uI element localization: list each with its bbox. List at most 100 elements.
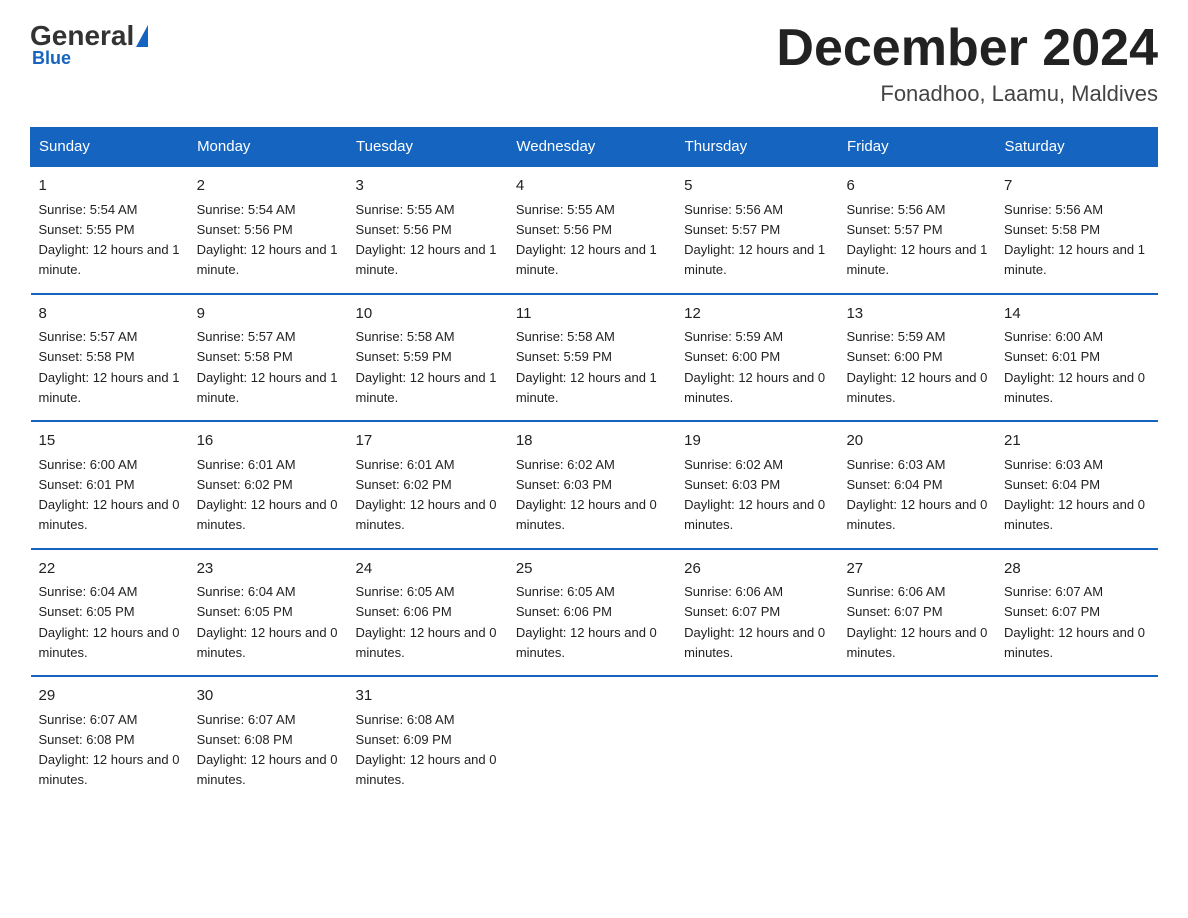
- day-number: 26: [684, 558, 830, 581]
- day-info: Sunrise: 6:01 AMSunset: 6:02 PMDaylight:…: [356, 457, 497, 533]
- day-number: 11: [516, 303, 668, 326]
- day-number: 12: [684, 303, 830, 326]
- calendar-cell: 25Sunrise: 6:05 AMSunset: 6:06 PMDayligh…: [508, 549, 676, 677]
- day-number: 31: [356, 685, 500, 708]
- day-info: Sunrise: 6:03 AMSunset: 6:04 PMDaylight:…: [846, 457, 987, 533]
- header-sunday: Sunday: [31, 128, 189, 167]
- calendar-cell: 10 Sunrise: 5:58 AMSunset: 5:59 PMDayligh…: [348, 294, 508, 422]
- calendar-cell: 17 Sunrise: 6:01 AMSunset: 6:02 PMDayligh…: [348, 421, 508, 549]
- calendar-cell: 28Sunrise: 6:07 AMSunset: 6:07 PMDayligh…: [996, 549, 1157, 677]
- day-info: Sunrise: 6:05 AMSunset: 6:06 PMDaylight:…: [516, 584, 657, 660]
- day-number: 20: [846, 430, 988, 453]
- calendar-cell: 13 Sunrise: 5:59 AMSunset: 6:00 PMDayligh…: [838, 294, 996, 422]
- day-number: 18: [516, 430, 668, 453]
- calendar-cell: [996, 676, 1157, 803]
- day-info: Sunrise: 5:56 AMSunset: 5:57 PMDaylight:…: [684, 202, 825, 278]
- day-number: 8: [39, 303, 181, 326]
- day-info: Sunrise: 5:56 AMSunset: 5:57 PMDaylight:…: [846, 202, 987, 278]
- day-info: Sunrise: 6:01 AMSunset: 6:02 PMDaylight:…: [197, 457, 338, 533]
- calendar-table: SundayMondayTuesdayWednesdayThursdayFrid…: [30, 127, 1158, 803]
- day-info: Sunrise: 5:59 AMSunset: 6:00 PMDaylight:…: [684, 329, 825, 405]
- day-info: Sunrise: 5:59 AMSunset: 6:00 PMDaylight:…: [846, 329, 987, 405]
- calendar-cell: [508, 676, 676, 803]
- calendar-cell: 11 Sunrise: 5:58 AMSunset: 5:59 PMDayligh…: [508, 294, 676, 422]
- day-number: 10: [356, 303, 500, 326]
- calendar-week-5: 29 Sunrise: 6:07 AMSunset: 6:08 PMDayligh…: [31, 676, 1158, 803]
- calendar-cell: [676, 676, 838, 803]
- day-number: 16: [197, 430, 340, 453]
- calendar-cell: 26 Sunrise: 6:06 AMSunset: 6:07 PMDayligh…: [676, 549, 838, 677]
- header: General Blue December 2024 Fonadhoo, Laa…: [30, 20, 1158, 107]
- day-number: 5: [684, 175, 830, 198]
- day-info: Sunrise: 6:02 AMSunset: 6:03 PMDaylight:…: [684, 457, 825, 533]
- calendar-week-4: 22Sunrise: 6:04 AMSunset: 6:05 PMDayligh…: [31, 549, 1158, 677]
- day-number: 21: [1004, 430, 1149, 453]
- day-info: Sunrise: 5:54 AMSunset: 5:56 PMDaylight:…: [197, 202, 338, 278]
- header-wednesday: Wednesday: [508, 128, 676, 167]
- calendar-cell: 31 Sunrise: 6:08 AMSunset: 6:09 PMDayligh…: [348, 676, 508, 803]
- calendar-cell: 12 Sunrise: 5:59 AMSunset: 6:00 PMDayligh…: [676, 294, 838, 422]
- day-number: 19: [684, 430, 830, 453]
- day-number: 27: [846, 558, 988, 581]
- calendar-week-1: 1Sunrise: 5:54 AMSunset: 5:55 PMDaylight…: [31, 166, 1158, 294]
- calendar-cell: 14Sunrise: 6:00 AMSunset: 6:01 PMDayligh…: [996, 294, 1157, 422]
- calendar-cell: [838, 676, 996, 803]
- day-number: 2: [197, 175, 340, 198]
- day-info: Sunrise: 6:05 AMSunset: 6:06 PMDaylight:…: [356, 584, 497, 660]
- logo-blue: Blue: [30, 48, 71, 69]
- day-number: 29: [39, 685, 181, 708]
- day-info: Sunrise: 6:03 AMSunset: 6:04 PMDaylight:…: [1004, 457, 1145, 533]
- calendar-cell: 24 Sunrise: 6:05 AMSunset: 6:06 PMDayligh…: [348, 549, 508, 677]
- calendar-cell: 16 Sunrise: 6:01 AMSunset: 6:02 PMDayligh…: [189, 421, 348, 549]
- calendar-cell: 22Sunrise: 6:04 AMSunset: 6:05 PMDayligh…: [31, 549, 189, 677]
- day-number: 23: [197, 558, 340, 581]
- calendar-cell: 4 Sunrise: 5:55 AMSunset: 5:56 PMDaylight…: [508, 166, 676, 294]
- day-info: Sunrise: 6:07 AMSunset: 6:07 PMDaylight:…: [1004, 584, 1145, 660]
- day-info: Sunrise: 5:57 AMSunset: 5:58 PMDaylight:…: [39, 329, 180, 405]
- day-number: 4: [516, 175, 668, 198]
- day-info: Sunrise: 5:55 AMSunset: 5:56 PMDaylight:…: [516, 202, 657, 278]
- header-friday: Friday: [838, 128, 996, 167]
- calendar-cell: 18 Sunrise: 6:02 AMSunset: 6:03 PMDayligh…: [508, 421, 676, 549]
- day-info: Sunrise: 6:08 AMSunset: 6:09 PMDaylight:…: [356, 712, 497, 788]
- day-info: Sunrise: 6:02 AMSunset: 6:03 PMDaylight:…: [516, 457, 657, 533]
- logo: General Blue: [30, 20, 150, 69]
- calendar-header-row: SundayMondayTuesdayWednesdayThursdayFrid…: [31, 128, 1158, 167]
- calendar-cell: 15Sunrise: 6:00 AMSunset: 6:01 PMDayligh…: [31, 421, 189, 549]
- calendar-week-2: 8 Sunrise: 5:57 AMSunset: 5:58 PMDaylight…: [31, 294, 1158, 422]
- title-area: December 2024 Fonadhoo, Laamu, Maldives: [776, 20, 1158, 107]
- page-title: December 2024: [776, 20, 1158, 77]
- day-info: Sunrise: 6:00 AMSunset: 6:01 PMDaylight:…: [1004, 329, 1145, 405]
- day-number: 30: [197, 685, 340, 708]
- calendar-cell: 23Sunrise: 6:04 AMSunset: 6:05 PMDayligh…: [189, 549, 348, 677]
- day-number: 15: [39, 430, 181, 453]
- calendar-cell: 7 Sunrise: 5:56 AMSunset: 5:58 PMDaylight…: [996, 166, 1157, 294]
- day-info: Sunrise: 5:57 AMSunset: 5:58 PMDaylight:…: [197, 329, 338, 405]
- calendar-cell: 29 Sunrise: 6:07 AMSunset: 6:08 PMDayligh…: [31, 676, 189, 803]
- day-number: 9: [197, 303, 340, 326]
- calendar-cell: 8 Sunrise: 5:57 AMSunset: 5:58 PMDaylight…: [31, 294, 189, 422]
- day-info: Sunrise: 5:55 AMSunset: 5:56 PMDaylight:…: [356, 202, 497, 278]
- day-info: Sunrise: 6:07 AMSunset: 6:08 PMDaylight:…: [39, 712, 180, 788]
- day-info: Sunrise: 5:58 AMSunset: 5:59 PMDaylight:…: [356, 329, 497, 405]
- day-info: Sunrise: 6:06 AMSunset: 6:07 PMDaylight:…: [846, 584, 987, 660]
- header-saturday: Saturday: [996, 128, 1157, 167]
- day-number: 13: [846, 303, 988, 326]
- calendar-cell: 5 Sunrise: 5:56 AMSunset: 5:57 PMDaylight…: [676, 166, 838, 294]
- calendar-cell: 19 Sunrise: 6:02 AMSunset: 6:03 PMDayligh…: [676, 421, 838, 549]
- day-number: 17: [356, 430, 500, 453]
- day-info: Sunrise: 5:56 AMSunset: 5:58 PMDaylight:…: [1004, 202, 1145, 278]
- day-number: 7: [1004, 175, 1149, 198]
- day-info: Sunrise: 5:54 AMSunset: 5:55 PMDaylight:…: [39, 202, 180, 278]
- day-number: 24: [356, 558, 500, 581]
- calendar-week-3: 15Sunrise: 6:00 AMSunset: 6:01 PMDayligh…: [31, 421, 1158, 549]
- page-subtitle: Fonadhoo, Laamu, Maldives: [776, 81, 1158, 107]
- calendar-cell: 9 Sunrise: 5:57 AMSunset: 5:58 PMDaylight…: [189, 294, 348, 422]
- calendar-cell: 21 Sunrise: 6:03 AMSunset: 6:04 PMDayligh…: [996, 421, 1157, 549]
- day-info: Sunrise: 6:07 AMSunset: 6:08 PMDaylight:…: [197, 712, 338, 788]
- header-tuesday: Tuesday: [348, 128, 508, 167]
- day-info: Sunrise: 5:58 AMSunset: 5:59 PMDaylight:…: [516, 329, 657, 405]
- calendar-cell: 20 Sunrise: 6:03 AMSunset: 6:04 PMDayligh…: [838, 421, 996, 549]
- day-info: Sunrise: 6:06 AMSunset: 6:07 PMDaylight:…: [684, 584, 825, 660]
- day-info: Sunrise: 6:04 AMSunset: 6:05 PMDaylight:…: [39, 584, 180, 660]
